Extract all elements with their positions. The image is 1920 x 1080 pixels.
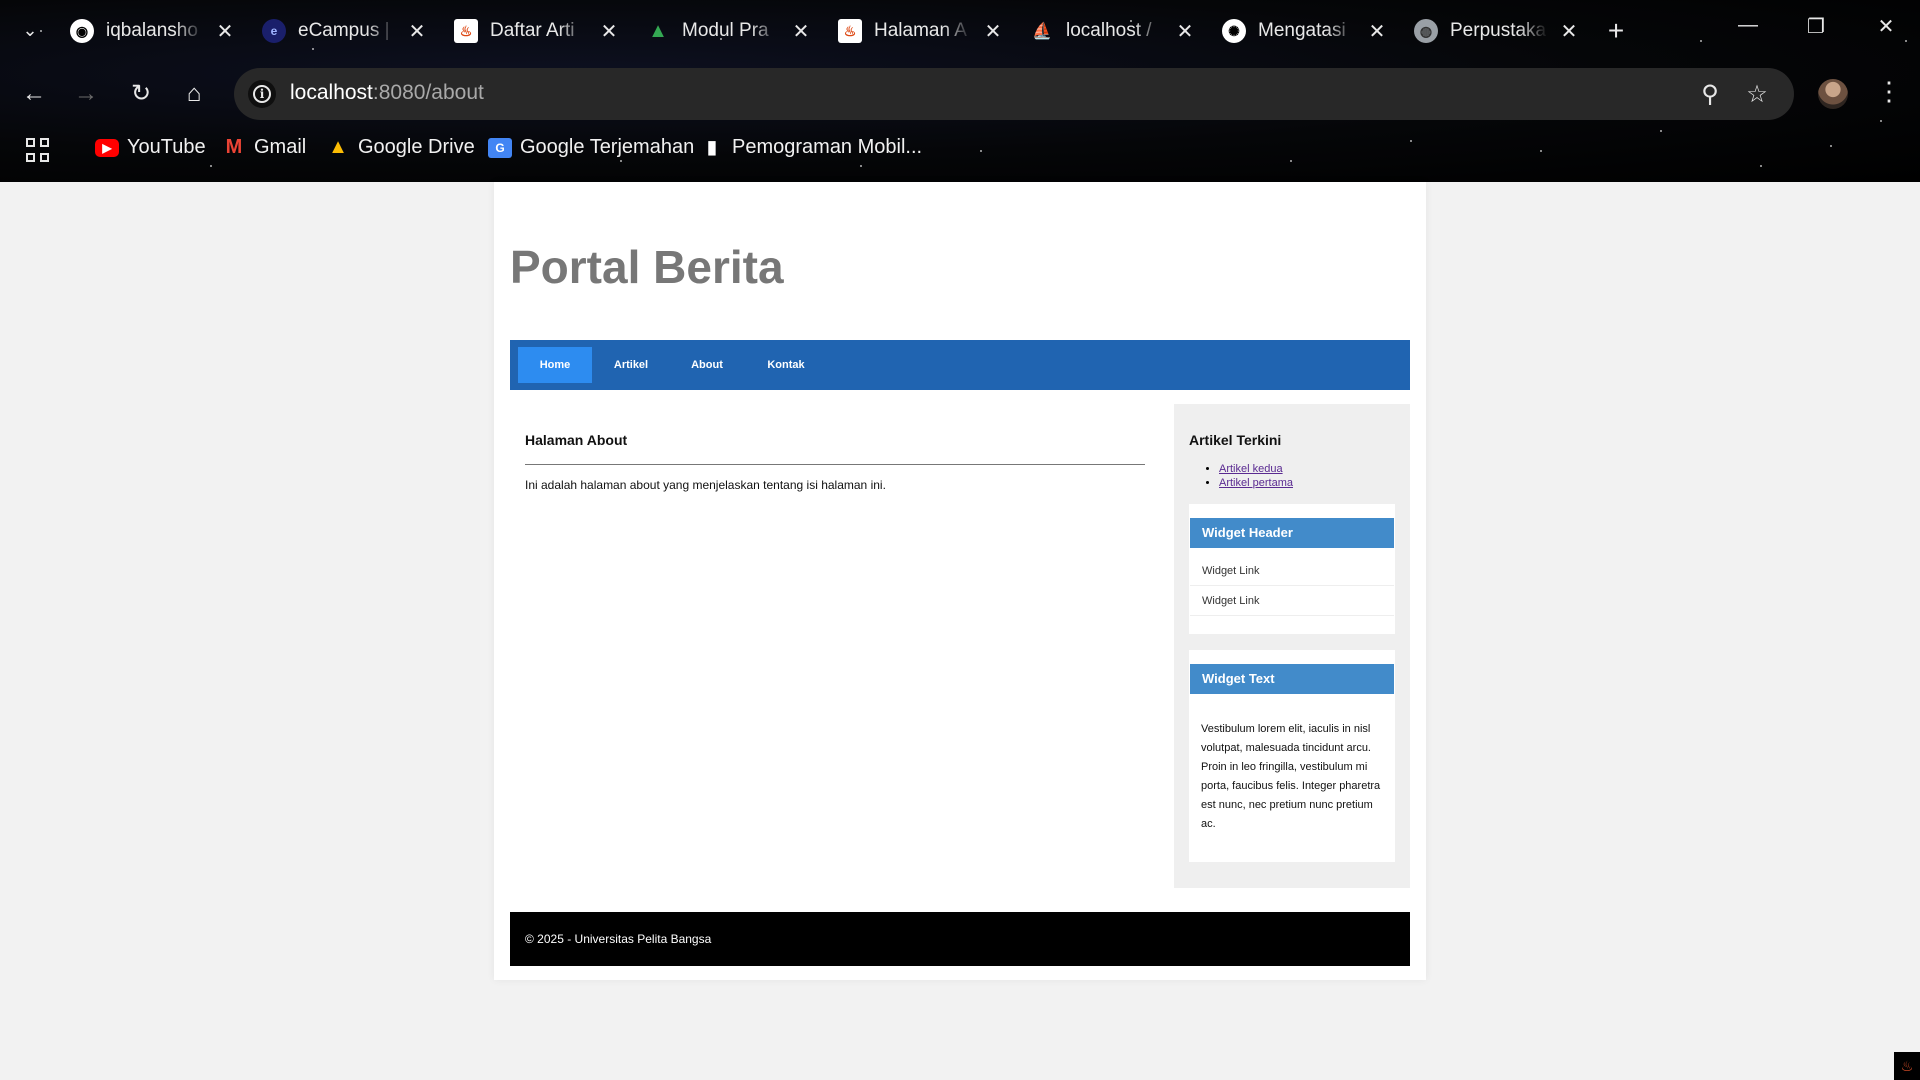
- tab-search-chevron-icon[interactable]: ⌄: [18, 18, 42, 42]
- chatgpt-icon: ✺: [1222, 19, 1246, 43]
- phpmyadmin-icon: ⛵: [1032, 23, 1052, 40]
- nav-about[interactable]: About: [676, 347, 738, 383]
- restore-icon[interactable]: ❐: [1796, 14, 1836, 39]
- browser-toolbar: ← → ↻ ⌂ i localhost:8080/about ⚲ ☆ ⋮: [0, 66, 1920, 122]
- tab-4[interactable]: ▲ Modul Pra ✕: [634, 12, 819, 50]
- google-translate-icon: G: [488, 137, 512, 158]
- tab-3[interactable]: ♨ Daftar Arti ✕: [442, 12, 627, 50]
- close-icon[interactable]: ✕: [1174, 19, 1196, 44]
- url-host: localhost: [290, 81, 373, 104]
- home-icon[interactable]: ⌂: [178, 78, 210, 110]
- nav-kontak[interactable]: Kontak: [754, 347, 818, 383]
- youtube-icon: ▶: [95, 138, 119, 157]
- forward-arrow-icon[interactable]: →: [70, 78, 102, 110]
- tab-1[interactable]: ◉ iqbalansho ✕: [58, 12, 243, 50]
- zoom-icon[interactable]: ⚲: [1695, 80, 1725, 109]
- tab-title: Daftar Arti: [490, 20, 575, 41]
- bookmark-label: YouTube: [127, 136, 206, 158]
- page-footer: © 2025 - Universitas Pelita Bangsa: [510, 912, 1410, 966]
- window-close-icon[interactable]: ✕: [1866, 14, 1906, 39]
- bookmark-doc-icon: ▮: [707, 137, 717, 157]
- tab-7[interactable]: ✺ Mengatasi ✕: [1210, 12, 1395, 50]
- bookmark-youtube[interactable]: ▶ YouTube: [95, 136, 206, 159]
- widget-link[interactable]: Widget Link: [1190, 586, 1394, 616]
- nav-artikel[interactable]: Artikel: [600, 347, 662, 383]
- back-arrow-icon[interactable]: ←: [18, 78, 50, 110]
- address-bar[interactable]: i localhost:8080/about ⚲ ☆: [234, 68, 1794, 120]
- tab-title: iqbalansho: [106, 20, 198, 41]
- site-title: Portal Berita: [510, 241, 784, 293]
- reload-icon[interactable]: ↻: [125, 78, 157, 110]
- widget-text-title: Widget Text: [1190, 664, 1394, 694]
- google-drive-icon: ▲: [328, 136, 348, 158]
- tab-title: eCampus |: [298, 20, 390, 41]
- tab-strip: ⌄ ◉ iqbalansho ✕ e eCampus | ✕ ♨ Daftar …: [0, 0, 1920, 62]
- bookmark-label: Google Terjemahan: [520, 136, 695, 158]
- bookmark-label: Gmail: [254, 136, 307, 158]
- github-icon: ◉: [70, 19, 94, 43]
- globe-icon: ◍: [1414, 19, 1438, 43]
- list-item: Artikel pertama: [1219, 476, 1293, 490]
- tab-2[interactable]: e eCampus | ✕: [250, 12, 435, 50]
- browser-menu-icon[interactable]: ⋮: [1876, 76, 1902, 107]
- new-tab-plus-icon[interactable]: +: [1600, 15, 1632, 47]
- recent-articles-title: Artikel Terkini: [1189, 432, 1282, 448]
- close-icon[interactable]: ✕: [982, 19, 1004, 44]
- main-nav: Home Artikel About Kontak: [510, 340, 1410, 390]
- recent-articles-list: Artikel kedua Artikel pertama: [1219, 462, 1293, 490]
- browser-chrome: ⌄ ◉ iqbalansho ✕ e eCampus | ✕ ♨ Daftar …: [0, 0, 1920, 182]
- heading-divider: [525, 464, 1145, 465]
- widget-text-body: Vestibulum lorem elit, iaculis in nisl v…: [1201, 723, 1381, 830]
- widget-link[interactable]: Widget Link: [1190, 556, 1394, 586]
- url-path: :8080/about: [372, 81, 484, 104]
- minimize-icon[interactable]: —: [1728, 14, 1768, 37]
- page-container: Portal Berita Home Artikel About Kontak …: [494, 182, 1426, 980]
- close-icon[interactable]: ✕: [598, 19, 620, 44]
- profile-avatar[interactable]: [1818, 79, 1848, 109]
- widget-text-box: Widget Text Vestibulum lorem elit, iacul…: [1189, 650, 1395, 862]
- widget-header-box: Widget Header Widget Link Widget Link: [1189, 504, 1395, 634]
- tab-title: localhost /: [1066, 20, 1152, 41]
- bookmarks-bar: ▶ YouTube M Gmail ▲ Google Drive G Googl…: [0, 128, 1920, 172]
- close-icon[interactable]: ✕: [790, 19, 812, 44]
- footer-copyright: © 2025 - Universitas Pelita Bangsa: [525, 932, 712, 946]
- bookmark-label: Pemograman Mobil...: [732, 136, 923, 158]
- codeigniter-debug-icon[interactable]: ♨: [1894, 1052, 1920, 1080]
- bookmark-star-icon[interactable]: ☆: [1742, 80, 1772, 109]
- url-text[interactable]: localhost:8080/about: [290, 81, 484, 105]
- close-icon[interactable]: ✕: [406, 19, 428, 44]
- tab-title: Perpustaka: [1450, 20, 1547, 41]
- page-body-text: Ini adalah halaman about yang menjelaska…: [525, 478, 886, 492]
- recent-article-link[interactable]: Artikel kedua: [1219, 463, 1283, 475]
- tab-6[interactable]: ⛵ localhost / ✕: [1018, 12, 1203, 50]
- page-heading: Halaman About: [525, 432, 628, 448]
- recent-article-link[interactable]: Artikel pertama: [1219, 477, 1293, 489]
- widget-header-title: Widget Header: [1190, 518, 1394, 548]
- bookmark-google-drive[interactable]: ▲ Google Drive: [326, 136, 475, 159]
- page-viewport: Portal Berita Home Artikel About Kontak …: [0, 182, 1920, 1080]
- bookmark-pemograman[interactable]: ▮ Pemograman Mobil...: [700, 136, 922, 159]
- close-icon[interactable]: ✕: [1366, 19, 1388, 44]
- apps-grid-icon[interactable]: [26, 138, 50, 162]
- site-info-icon[interactable]: i: [248, 80, 276, 108]
- close-icon[interactable]: ✕: [214, 19, 236, 44]
- list-item: Artikel kedua: [1219, 462, 1293, 476]
- close-icon[interactable]: ✕: [1558, 19, 1580, 44]
- google-drive-icon: ▲: [648, 19, 668, 42]
- bookmark-google-translate[interactable]: G Google Terjemahan: [488, 136, 694, 159]
- tab-8[interactable]: ◍ Perpustaka ✕: [1402, 12, 1587, 50]
- tab-5-active[interactable]: ♨ Halaman A ✕: [826, 12, 1011, 50]
- ecampus-icon: e: [262, 19, 286, 43]
- tab-title: Mengatasi: [1258, 20, 1346, 41]
- tab-title: Modul Pra: [682, 20, 769, 41]
- bookmark-gmail[interactable]: M Gmail: [222, 136, 307, 159]
- codeigniter-icon: ♨: [838, 19, 862, 43]
- tab-title: Halaman A: [874, 20, 967, 41]
- codeigniter-icon: ♨: [454, 19, 478, 43]
- gmail-icon: M: [225, 136, 243, 158]
- sidebar: Artikel Terkini Artikel kedua Artikel pe…: [1174, 404, 1410, 888]
- nav-home[interactable]: Home: [518, 347, 592, 383]
- bookmark-label: Google Drive: [358, 136, 475, 158]
